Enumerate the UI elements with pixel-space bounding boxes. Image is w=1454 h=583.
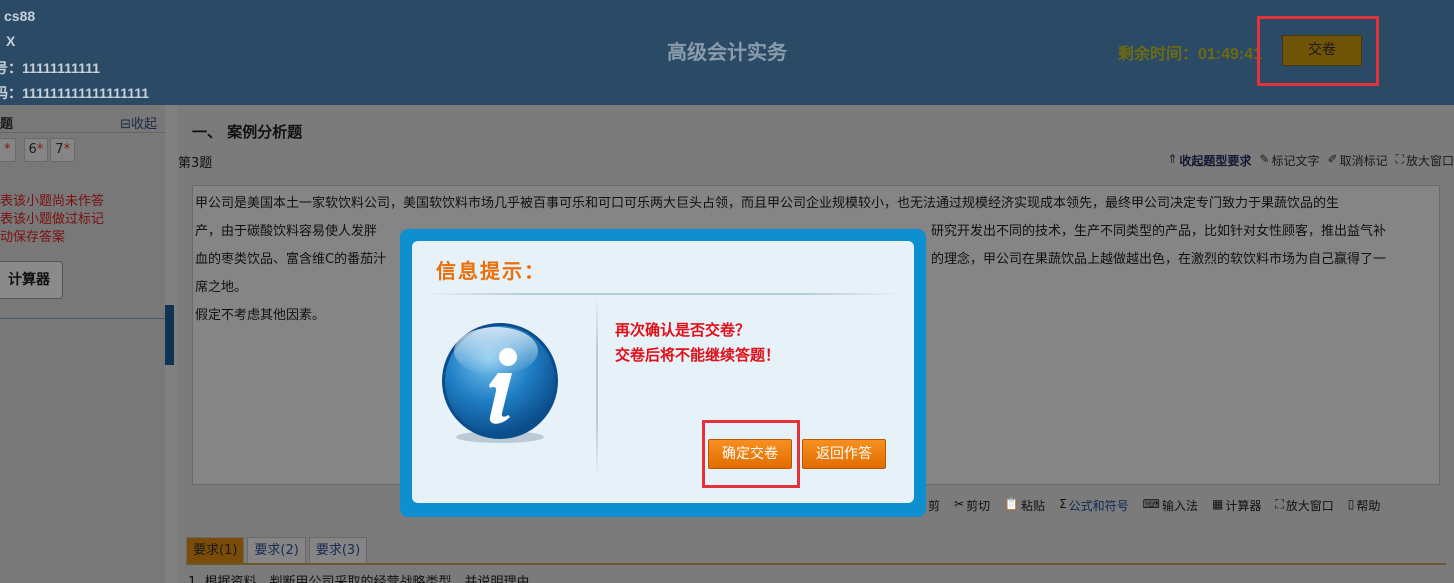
cut-partial-label[interactable]: 剪 — [928, 497, 940, 514]
remaining-time: 剩余时间：01:49:41 — [1118, 46, 1263, 63]
question-line: 产，由于碳酸饮料容易使人发胖 — [195, 224, 378, 239]
status-legend: 表该小题尚未作答 表该小题做过标记 动保存答案 — [0, 193, 104, 247]
answer-toolbar: 剪 ✂ 剪切 📋 粘贴 Σ 公式和符号 ⌨ 输入法 ▦ 计算器 ⛶ 放大窗口 ▯… — [928, 497, 1448, 514]
info-icon — [442, 323, 558, 443]
question-line: 研究开发出不同的技术，生产不同类型的产品，比如针对女性顾客，推出益气补 — [931, 224, 1387, 239]
scissors-icon: ✂ — [954, 497, 965, 511]
divider — [0, 318, 165, 319]
confirm-submit-dialog: 信息提示： 再次确认是否交卷？ 交卷后将不能继续答题！ 确定交卷 返回作答 — [400, 229, 926, 517]
calculator-icon: ▦ — [1212, 497, 1224, 511]
dialog-message-line2: 交卷后将不能继续答题！ — [615, 346, 781, 364]
paste-button[interactable]: 粘贴 — [1021, 497, 1045, 514]
formula-icon: Σ — [1059, 497, 1067, 511]
tab-requirement-1[interactable]: 要求(1) — [186, 537, 245, 563]
legend-unanswered: 表该小题尚未作答 — [0, 194, 105, 209]
expand-icon: ⛶ — [1275, 497, 1284, 511]
return-to-answer-button[interactable]: 返回作答 — [802, 439, 886, 469]
question-line: 的理念，甲公司在果蔬饮品上越做越出色，在激烈的软饮料市场为自己赢得了一 — [931, 252, 1387, 267]
legend-marked: 表该小题做过标记 — [0, 212, 105, 227]
username: cs88 — [4, 8, 36, 24]
id-card-number: 码：111111111111111111 — [0, 85, 150, 101]
answer-enlarge-button[interactable]: 放大窗口 — [1286, 497, 1334, 514]
question-line: 席之地。 — [195, 280, 248, 295]
question-nav-panel: 题 ⊟收起 * 6* 7* 表该小题尚未作答 表该小题做过标记 动保存答案 计算… — [0, 105, 165, 583]
header-bar: cs88 X 号：11111111111 码：11111111111111111… — [0, 0, 1454, 105]
highlighter-icon: ✎ — [1259, 152, 1270, 166]
clipboard-icon: 📋 — [1004, 497, 1020, 511]
collapse-nav-button[interactable]: ⊟收起 — [120, 113, 157, 132]
enlarge-window-button[interactable]: 放大窗口 — [1406, 152, 1454, 169]
question-number-item[interactable]: 7* — [50, 138, 76, 162]
question-line: 血的枣类饮品、富含维C的番茄汁 — [195, 252, 387, 267]
help-icon: ▯ — [1347, 497, 1355, 511]
formula-button[interactable]: 公式和符号 — [1069, 497, 1129, 514]
mark-text-button[interactable]: 标记文字 — [1271, 152, 1319, 169]
legend-autosave: 动保存答案 — [0, 230, 66, 245]
question-number-item[interactable]: * — [0, 138, 16, 162]
tab-requirement-2[interactable]: 要求(2) — [247, 537, 306, 563]
help-button[interactable]: 帮助 — [1356, 497, 1380, 514]
question-number: 第3题 — [178, 156, 213, 171]
highlight-box — [1257, 16, 1379, 86]
nav-panel-header: 题 ⊟收起 — [0, 107, 165, 133]
unmark-button[interactable]: 取消标记 — [1340, 152, 1388, 169]
section-title: 一、 案例分析题 — [192, 123, 303, 141]
dialog-vertical-divider — [596, 297, 598, 477]
cut-button[interactable]: 剪切 — [966, 497, 990, 514]
highlight-box — [702, 420, 800, 488]
tab-requirement-3[interactable]: 要求(3) — [308, 537, 368, 563]
question-number-item[interactable]: 6* — [23, 138, 49, 162]
calculator-button[interactable]: 计算器 — [0, 261, 63, 299]
dialog-title: 信息提示： — [436, 259, 546, 283]
question-line: 甲公司是美国本土一家软饮料公司，美国软饮料市场几乎被百事可乐和可口可乐两大巨头占… — [195, 196, 1340, 211]
eraser-icon: ✐ — [1327, 152, 1338, 166]
chevron-up-icon: ⇑ — [1167, 152, 1178, 166]
dialog-body: 信息提示： 再次确认是否交卷？ 交卷后将不能继续答题！ 确定交卷 返回作答 — [412, 241, 914, 503]
question-number-list: * 6* 7* — [0, 138, 165, 162]
dialog-message-line1: 再次确认是否交卷？ — [615, 321, 751, 339]
tab-underline — [186, 563, 1446, 565]
dialog-divider — [426, 293, 900, 295]
question-toolbar: ⇑ 收起题型要求 ✎ 标记文字 ✐ 取消标记 ⛶ 放大窗口 — [1159, 152, 1454, 169]
answer-calculator-button[interactable]: 计算器 — [1225, 497, 1261, 514]
panel-splitter-handle[interactable] — [165, 305, 174, 365]
nav-panel-title: 题 — [0, 117, 14, 132]
ime-icon: ⌨ — [1142, 497, 1160, 511]
collapse-requirements-button[interactable]: 收起题型要求 — [1179, 152, 1251, 169]
ime-button[interactable]: 输入法 — [1162, 497, 1198, 514]
requirement-text: 1. 根据资料，判断甲公司采取的经营战略类型，并说明理由 — [188, 575, 530, 583]
requirement-tabs: 要求(1) 要求(2) 要求(3) — [186, 537, 370, 563]
expand-icon: ⛶ — [1395, 152, 1404, 166]
question-line: 假定不考虑其他因素。 — [195, 308, 326, 323]
